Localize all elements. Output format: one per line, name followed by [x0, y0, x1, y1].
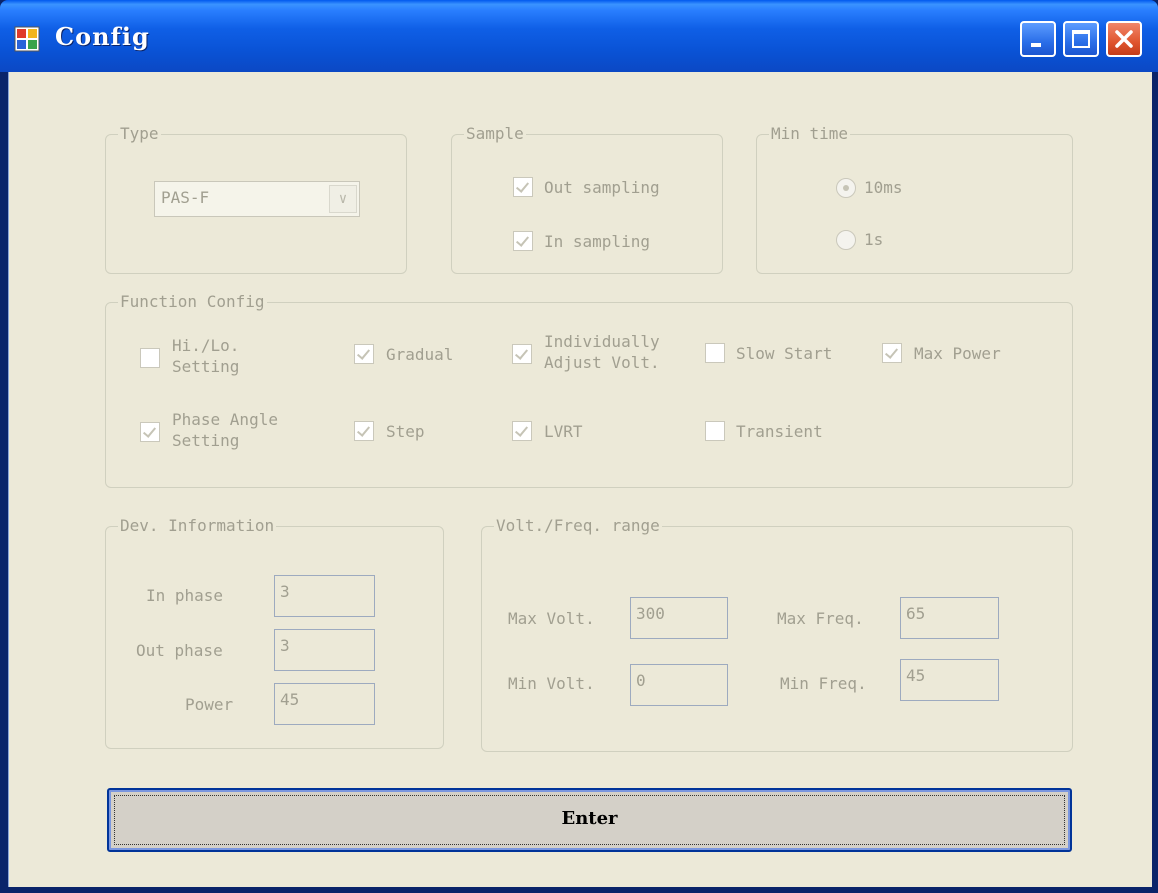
min-time-group: Min time 10ms 1s — [756, 123, 1073, 274]
function-config-legend: Function Config — [118, 291, 267, 313]
step-checkbox[interactable] — [354, 421, 374, 441]
radio-1s[interactable] — [836, 230, 856, 250]
type-combobox-value: PAS-F — [161, 188, 210, 207]
max-power-label: Max Power — [914, 344, 1001, 363]
out-phase-field[interactable]: 3 — [274, 629, 375, 671]
phase-angle-setting-checkbox[interactable] — [140, 422, 160, 442]
max-freq-field[interactable]: 65 — [900, 597, 999, 639]
slow-start-checkbox[interactable] — [705, 343, 725, 363]
adjust-volt-checkbox[interactable] — [512, 344, 532, 364]
min-time-legend: Min time — [769, 123, 851, 145]
sample-group: Sample Out sampling In sampling — [451, 123, 723, 274]
title-bar[interactable]: Config — [0, 0, 1158, 72]
in-phase-field[interactable]: 3 — [274, 575, 375, 617]
minimize-icon — [1031, 43, 1041, 47]
function-config-group: Function Config Hi./Lo. Setting Gradual I… — [105, 291, 1073, 488]
lvrt-checkbox[interactable] — [512, 421, 532, 441]
transient-checkbox[interactable] — [705, 421, 725, 441]
max-volt-field[interactable]: 300 — [630, 597, 728, 639]
radio-10ms-label: 10ms — [864, 178, 903, 197]
hi-lo-setting-checkbox[interactable] — [140, 348, 160, 368]
gradual-label: Gradual — [386, 345, 454, 364]
type-group: Type PAS-F ∨ — [105, 123, 407, 274]
min-volt-field[interactable]: 0 — [630, 664, 728, 706]
in-sampling-label: In sampling — [544, 232, 650, 251]
step-label: Step — [386, 422, 425, 441]
lvrt-label: LVRT — [544, 422, 583, 441]
out-sampling-checkbox[interactable] — [513, 177, 533, 197]
window-title: Config — [55, 22, 150, 51]
client-area: Type PAS-F ∨ Sample Out sampling In samp… — [8, 72, 1152, 887]
config-window: Config Type PAS-F ∨ Sample Out sampling … — [0, 0, 1158, 893]
chevron-down-icon[interactable]: ∨ — [329, 185, 357, 213]
min-freq-field[interactable]: 45 — [900, 659, 999, 701]
maximize-icon — [1072, 30, 1090, 48]
volt-freq-range-legend: Volt./Freq. range — [494, 515, 662, 537]
type-combobox[interactable]: PAS-F ∨ — [154, 181, 360, 217]
sample-legend: Sample — [464, 123, 526, 145]
gradual-checkbox[interactable] — [354, 344, 374, 364]
min-volt-label: Min Volt. — [508, 674, 595, 693]
app-icon — [14, 26, 40, 52]
dev-information-group: Dev. Information In phase 3 Out phase 3 … — [105, 515, 444, 749]
radio-10ms[interactable] — [836, 178, 856, 198]
max-volt-label: Max Volt. — [508, 609, 595, 628]
radio-1s-label: 1s — [864, 230, 884, 249]
in-phase-label: In phase — [146, 586, 224, 605]
adjust-volt-label: Individually Adjust Volt. — [544, 332, 660, 372]
out-sampling-label: Out sampling — [544, 178, 660, 197]
minimize-button[interactable] — [1020, 21, 1056, 57]
power-field[interactable]: 45 — [274, 683, 375, 725]
out-phase-label: Out phase — [136, 641, 223, 660]
type-legend: Type — [118, 123, 161, 145]
volt-freq-range-group: Volt./Freq. range Max Volt. 300 Min Volt… — [481, 515, 1073, 752]
power-label: Power — [185, 695, 234, 714]
dev-information-legend: Dev. Information — [118, 515, 277, 537]
transient-label: Transient — [736, 422, 823, 441]
close-icon — [1115, 30, 1133, 48]
enter-button-label: Enter — [561, 808, 618, 829]
max-power-checkbox[interactable] — [882, 343, 902, 363]
min-freq-label: Min Freq. — [780, 674, 867, 693]
enter-button[interactable]: Enter — [107, 788, 1072, 852]
phase-angle-setting-label: Phase Angle Setting — [172, 410, 278, 450]
hi-lo-setting-label: Hi./Lo. Setting — [172, 336, 240, 376]
maximize-button[interactable] — [1063, 21, 1099, 57]
close-button[interactable] — [1106, 21, 1142, 57]
in-sampling-checkbox[interactable] — [513, 231, 533, 251]
max-freq-label: Max Freq. — [777, 609, 864, 628]
slow-start-label: Slow Start — [736, 344, 833, 363]
